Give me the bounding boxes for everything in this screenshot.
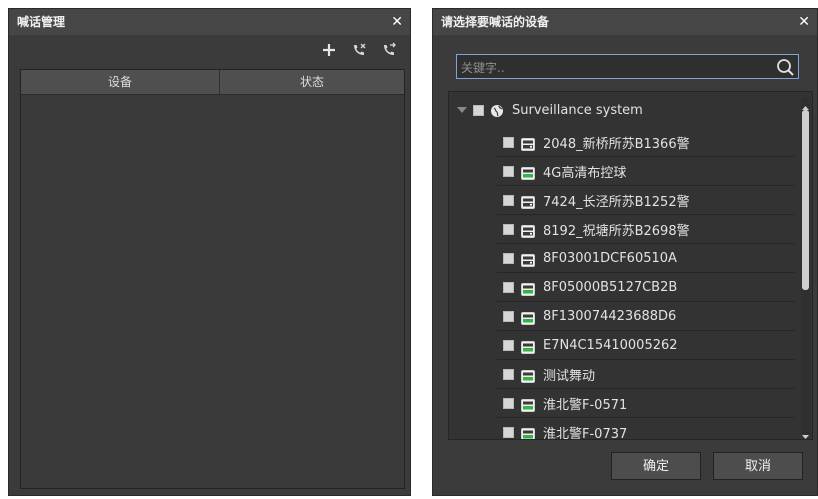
search-box	[456, 54, 799, 80]
device-checkbox[interactable]	[503, 195, 514, 206]
device-label: 8F05000B5127CB2B	[543, 280, 678, 295]
device-checkbox[interactable]	[503, 166, 514, 177]
expand-arrow-icon[interactable]	[457, 107, 467, 113]
scrollbar[interactable]	[801, 98, 810, 439]
device-checkbox[interactable]	[503, 427, 514, 438]
encoder-device-icon	[521, 281, 535, 296]
device-row[interactable]: 4G高清布控球	[497, 158, 795, 186]
add-icon[interactable]	[320, 41, 338, 59]
search-icon[interactable]	[775, 57, 795, 77]
left-close-button[interactable]: ✕	[391, 9, 403, 35]
encoder-device-icon	[521, 397, 535, 412]
tree-root-row[interactable]: Surveillance system	[449, 99, 643, 121]
device-row[interactable]: 7424_长泾所苏B1252警	[497, 187, 795, 215]
root-checkbox[interactable]	[473, 104, 484, 116]
confirm-button[interactable]: 确定	[611, 452, 701, 480]
call-icon[interactable]	[350, 41, 368, 59]
device-label: 4G高清布控球	[543, 166, 627, 181]
device-label: 7424_长泾所苏B1252警	[543, 195, 690, 210]
right-close-button[interactable]: ✕	[798, 9, 810, 35]
device-checkbox[interactable]	[503, 253, 514, 264]
device-label: 2048_新桥所苏B1366警	[543, 137, 690, 152]
device-row[interactable]: 淮北警F-0571	[497, 390, 795, 418]
select-device-dialog: 请选择要喊话的设备 ✕ Surveillance system 2048_新桥所…	[432, 8, 818, 496]
globe-icon	[490, 103, 504, 117]
device-status-table: 设备 状态	[20, 69, 405, 489]
device-checkbox[interactable]	[503, 137, 514, 148]
device-row[interactable]: 8192_祝塘所苏B2698警	[497, 216, 795, 244]
device-row[interactable]: 淮北警F-0737	[497, 419, 795, 440]
right-titlebar: 请选择要喊话的设备 ✕	[433, 9, 817, 35]
column-status[interactable]: 状态	[220, 70, 404, 94]
device-checkbox[interactable]	[503, 282, 514, 293]
device-tree: Surveillance system 2048_新桥所苏B1366警 4G高清布…	[448, 91, 813, 440]
device-checkbox[interactable]	[503, 340, 514, 351]
device-row[interactable]: 8F03001DCF60510A	[497, 245, 795, 273]
right-title: 请选择要喊话的设备	[441, 15, 550, 29]
device-checkbox[interactable]	[503, 369, 514, 380]
encoder-device-icon	[521, 426, 535, 439]
device-label: 8F130074423688D6	[543, 309, 677, 324]
encoder-device-icon	[521, 165, 535, 180]
device-row[interactable]: 测试舞动	[497, 361, 795, 389]
scroll-thumb[interactable]	[802, 110, 809, 290]
left-toolbar	[320, 39, 398, 61]
cancel-button[interactable]: 取消	[713, 452, 803, 480]
search-input[interactable]	[457, 55, 763, 80]
scroll-down-icon[interactable]	[801, 426, 810, 439]
table-header: 设备 状态	[21, 70, 404, 95]
device-checkbox[interactable]	[503, 311, 514, 322]
encoder-device-icon	[521, 252, 535, 267]
device-label: 淮北警F-0571	[543, 398, 628, 413]
device-label: 8F03001DCF60510A	[543, 251, 677, 266]
device-row[interactable]: E7N4C15410005262	[497, 332, 795, 360]
left-titlebar: 喊话管理 ✕	[9, 9, 410, 35]
device-label: 测试舞动	[543, 369, 596, 384]
encoder-device-icon	[521, 339, 535, 354]
scroll-up-icon[interactable]	[801, 98, 810, 110]
encoder-device-icon	[521, 368, 535, 383]
device-checkbox[interactable]	[503, 398, 514, 409]
encoder-device-icon	[521, 223, 535, 238]
talk-management-panel: 喊话管理 ✕ 设备 状态	[8, 8, 411, 496]
encoder-device-icon	[521, 136, 535, 151]
device-row[interactable]: 8F05000B5127CB2B	[497, 274, 795, 302]
device-row[interactable]: 2048_新桥所苏B1366警	[497, 129, 795, 157]
tree-root-label: Surveillance system	[512, 102, 643, 118]
column-device[interactable]: 设备	[21, 70, 220, 94]
device-label: 8192_祝塘所苏B2698警	[543, 224, 690, 239]
encoder-device-icon	[521, 194, 535, 209]
device-label: 淮北警F-0737	[543, 427, 628, 440]
device-checkbox[interactable]	[503, 224, 514, 235]
device-label: E7N4C15410005262	[543, 338, 678, 353]
left-title: 喊话管理	[17, 15, 66, 29]
device-row[interactable]: 8F130074423688D6	[497, 303, 795, 331]
hangup-icon[interactable]	[380, 41, 398, 59]
encoder-device-icon	[521, 310, 535, 325]
